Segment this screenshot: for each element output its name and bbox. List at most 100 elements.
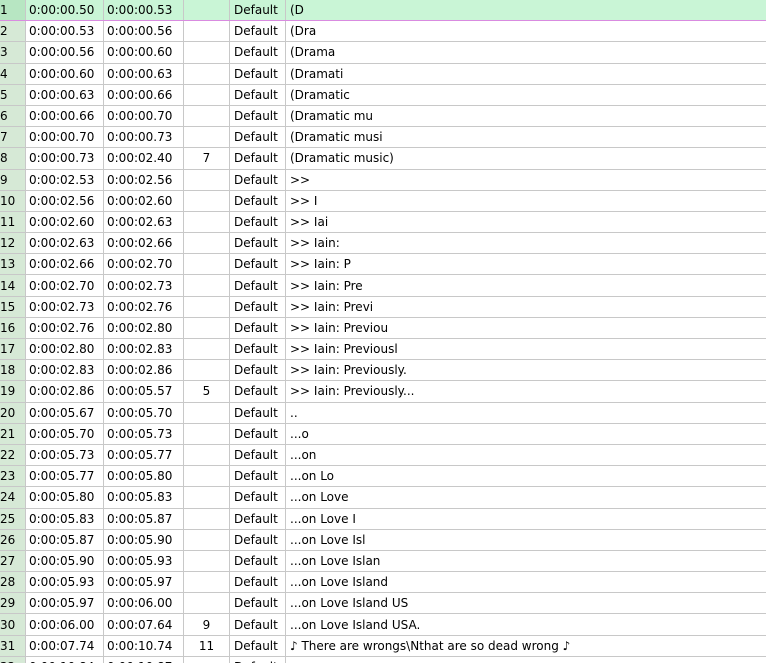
table-row[interactable]: 5 0:00:00.63 0:00:00.66 Default (Dramatic	[0, 84, 766, 106]
subtitle-text-cell: ..	[290, 405, 298, 420]
table-row[interactable]: 18 0:00:02.83 0:00:02.86 Default >> Iain: Pr…	[0, 360, 766, 382]
table-row[interactable]: 6 0:00:00.66 0:00:00.70 Default (Dramatic mu	[0, 105, 766, 128]
subtitle-text-cell: >> Iain: Previously...	[290, 384, 415, 399]
table-row[interactable]: 26 0:00:05.87 0:00:05.90 Default ...on Love …	[0, 529, 766, 551]
subtitle-text-cell: ...on Love Isl	[290, 532, 366, 547]
cps-cell: 11	[184, 635, 230, 656]
subtitle-text-cell: >>	[290, 172, 311, 187]
cps-cell	[184, 466, 230, 487]
subtitle-text-cell: ♪ There are wrongs\Nthat are so dead wro…	[290, 638, 571, 653]
table-row[interactable]: 14 0:00:02.70 0:00:02.73 Default >> Iain: Pr…	[0, 275, 766, 297]
table-row[interactable]: 19 0:00:02.86 0:00:05.57 5 Default >> Iain: P…	[0, 381, 766, 403]
subtitle-text-cell: (Dramatic musi	[290, 130, 383, 145]
table-row[interactable]: 25 0:00:05.83 0:00:05.87 Default ...on Love …	[0, 508, 766, 530]
start-time-cell: 0:00:05.73	[26, 444, 104, 466]
end-time-cell: 0:00:02.40	[104, 148, 184, 169]
table-row[interactable]: 2 0:00:00.53 0:00:00.56 Default (Dra	[0, 21, 766, 43]
table-row[interactable]: 7 0:00:00.70 0:00:00.73 Default (Dramatic mu…	[0, 127, 766, 149]
table-row[interactable]: 28 0:00:05.93 0:00:05.97 Default ...on Love …	[0, 572, 766, 594]
end-time-cell: 0:00:02.83	[104, 339, 184, 360]
table-row[interactable]: 8 0:00:00.73 0:00:02.40 7 Default (Dramatic m…	[0, 148, 766, 170]
table-row[interactable]: 12 0:00:02.63 0:00:02.66 Default >> Iain:	[0, 233, 766, 255]
cps-cell	[184, 254, 230, 275]
table-row[interactable]: 21 0:00:05.70 0:00:05.73 Default ...o	[0, 423, 766, 445]
table-row[interactable]: 1 0:00:00.50 0:00:00.53 Default (D	[0, 0, 766, 22]
style-cell: Default	[230, 635, 286, 656]
style-cell: Default	[230, 529, 286, 550]
cps-cell	[184, 508, 230, 529]
start-time-cell: 0:00:00.60	[26, 63, 104, 84]
style-cell: Default	[230, 444, 286, 466]
subtitle-text-cell: ...on Love I	[290, 511, 356, 526]
style-cell: Default	[230, 127, 286, 148]
table-row[interactable]: 27 0:00:05.90 0:00:05.93 Default ...on Love …	[0, 550, 766, 573]
subtitle-text-cell: ...on Love Islan	[290, 553, 381, 568]
cps-cell	[184, 296, 230, 317]
start-time-cell: 0:00:00.56	[26, 42, 104, 63]
start-time-cell: 0:00:00.50	[26, 0, 104, 21]
table-row[interactable]: 13 0:00:02.66 0:00:02.70 Default >> Iain: P	[0, 254, 766, 276]
subtitle-text-cell: >> Iain: P	[290, 257, 351, 272]
end-time-cell: 0:00:02.70	[104, 254, 184, 275]
table-row[interactable]: 15 0:00:02.73 0:00:02.76 Default >> Iain: Pr…	[0, 296, 766, 318]
row-number-cell: 7	[0, 127, 26, 148]
style-cell: Default	[230, 63, 286, 84]
table-row[interactable]: 22 0:00:05.73 0:00:05.77 Default ...on	[0, 444, 766, 467]
table-row[interactable]: 3 0:00:00.56 0:00:00.60 Default (Drama	[0, 42, 766, 64]
end-time-cell: 0:00:00.70	[104, 105, 184, 127]
subtitle-text-cell: ...on Lo	[290, 469, 335, 484]
end-time-cell: 0:00:02.73	[104, 275, 184, 296]
table-row[interactable]: 24 0:00:05.80 0:00:05.83 Default ...on Love	[0, 487, 766, 509]
row-number-cell: 24	[0, 487, 26, 508]
row-number-cell: 21	[0, 423, 26, 444]
table-row[interactable]: 320:00:10.840:00:10.87 Default>>	[0, 656, 766, 663]
start-time-cell: 0:00:02.86	[26, 381, 104, 402]
subtitle-grid[interactable]: 1 0:00:00.50 0:00:00.53 Default (D 2 0:00:00.5…	[0, 0, 766, 663]
style-cell: Default	[230, 360, 286, 381]
table-row[interactable]: 16 0:00:02.76 0:00:02.80 Default >> Iain: Pr…	[0, 317, 766, 339]
cps-cell	[184, 275, 230, 296]
table-row[interactable]: 23 0:00:05.77 0:00:05.80 Default ...on Lo	[0, 466, 766, 488]
table-row[interactable]: 31 0:00:07.74 0:00:10.74 11 Default ♪ There a…	[0, 635, 766, 657]
subtitle-text-cell: >> Iain:	[290, 236, 340, 251]
cps-cell	[184, 169, 230, 190]
start-time-cell: 0:00:05.83	[26, 508, 104, 529]
cps-cell	[184, 42, 230, 63]
cps-cell	[184, 63, 230, 84]
subtitle-text-cell: (Dramatic music)	[290, 151, 394, 166]
cps-cell: 5	[184, 381, 230, 402]
table-row[interactable]: 10 0:00:02.56 0:00:02.60 Default >> I	[0, 190, 766, 212]
start-time-cell: 0:00:02.63	[26, 233, 104, 254]
end-time-cell: 0:00:05.87	[104, 508, 184, 529]
table-row[interactable]: 29 0:00:05.97 0:00:06.00 Default ...on Love …	[0, 593, 766, 615]
row-number-cell: 4	[0, 63, 26, 84]
end-time-cell: 0:00:00.53	[104, 0, 184, 21]
start-time-cell: 0:00:00.73	[26, 148, 104, 169]
end-time-cell: 0:00:05.73	[104, 423, 184, 444]
style-cell: Default	[230, 656, 286, 663]
subtitle-text-cell: (Dramati	[290, 66, 344, 81]
subtitle-text-cell: >> Iain: Previ	[290, 299, 374, 314]
table-row[interactable]: 11 0:00:02.60 0:00:02.63 Default >> Iai	[0, 211, 766, 234]
start-time-cell: 0:00:05.67	[26, 402, 104, 423]
subtitle-text-cell: ...on Love Island USA.	[290, 617, 421, 632]
cps-cell	[184, 127, 230, 148]
table-row[interactable]: 17 0:00:02.80 0:00:02.83 Default >> Iain: Pr…	[0, 339, 766, 361]
end-time-cell: 0:00:05.70	[104, 402, 184, 423]
cps-cell	[184, 656, 230, 663]
subtitle-text-cell: >> Iain: Pre	[290, 278, 363, 293]
table-row[interactable]: 20 0:00:05.67 0:00:05.70 Default..	[0, 402, 766, 424]
table-row[interactable]: 30 0:00:06.00 0:00:07.64 9 Default ...on Love…	[0, 614, 766, 636]
subtitle-text-cell: >>	[286, 657, 766, 663]
subtitle-text-cell: ...on Love Island US	[290, 596, 409, 611]
subtitle-text-cell: ...on Love Island	[290, 575, 389, 590]
cps-cell	[184, 0, 230, 21]
style-cell: Default	[230, 466, 286, 487]
start-time-cell: 0:00:05.90	[26, 550, 104, 572]
table-row[interactable]: 4 0:00:00.60 0:00:00.63 Default (Dramati	[0, 63, 766, 85]
style-cell: Default	[230, 275, 286, 296]
cps-cell	[184, 487, 230, 508]
start-time-cell: 0:00:05.77	[26, 466, 104, 487]
cps-cell	[184, 190, 230, 211]
table-row[interactable]: 9 0:00:02.53 0:00:02.56 Default >>	[0, 169, 766, 191]
